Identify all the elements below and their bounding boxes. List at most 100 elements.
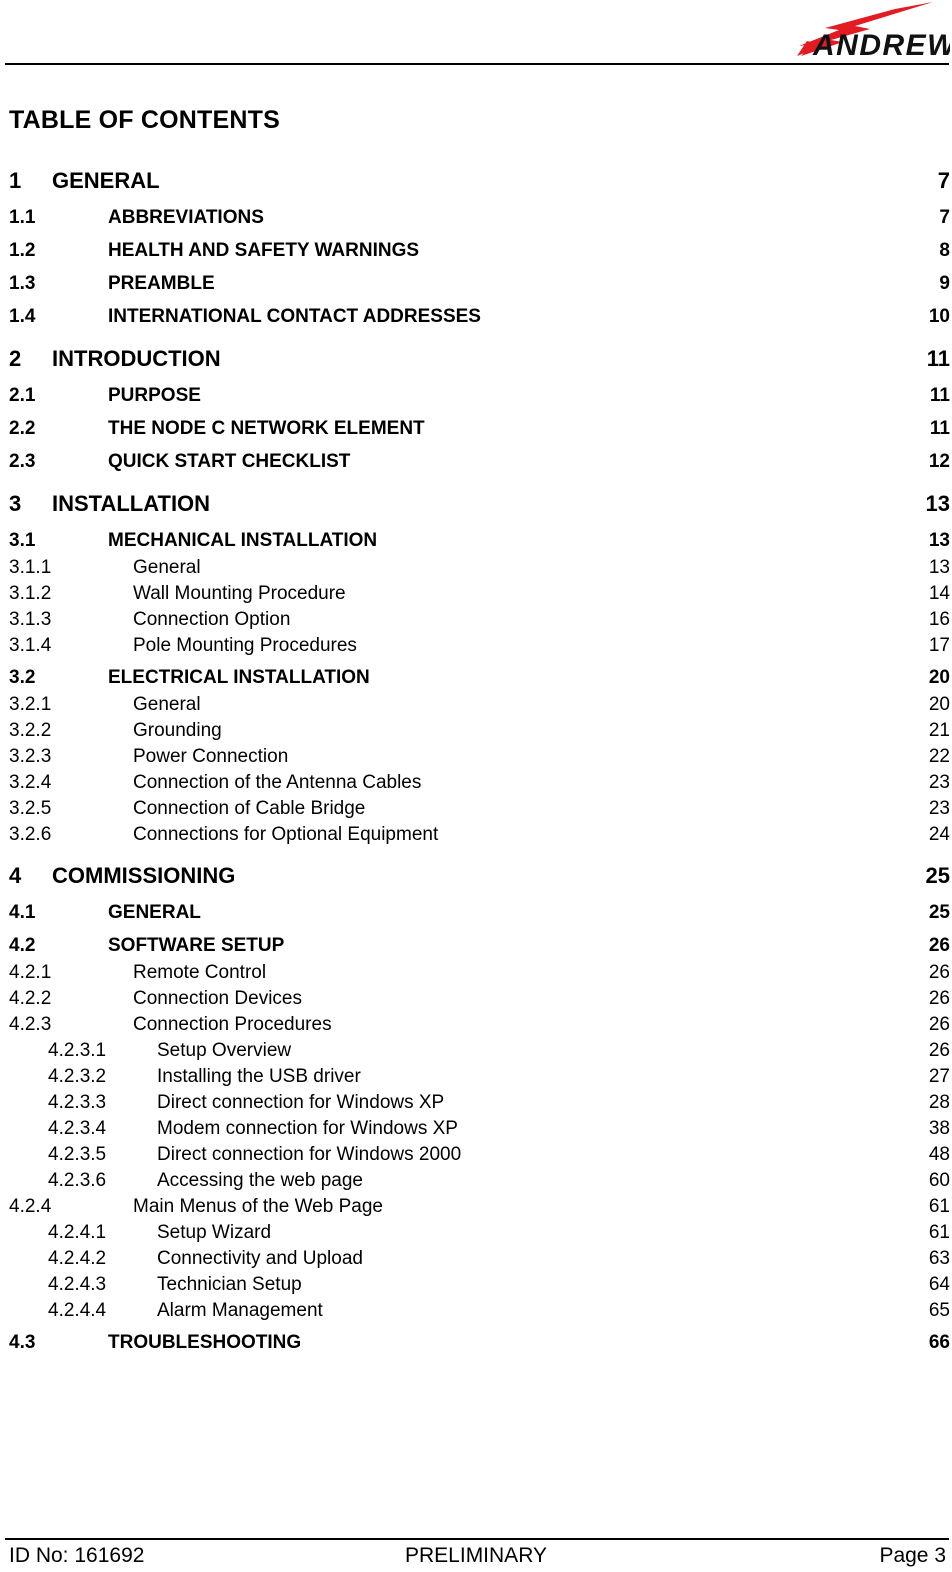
toc-entry-title: Connection of Cable Bridge — [133, 798, 366, 819]
toc-entry-title: General — [133, 557, 201, 578]
toc-entry[interactable]: 2.2 THE NODE C NETWORK ELEMENT 11 — [0, 418, 952, 445]
toc-entry-number: 1.1 — [9, 207, 36, 228]
toc-entry[interactable]: 3.2.2 Grounding 21 — [0, 720, 952, 746]
toc-entry[interactable]: 4.2.3.4 Modem connection for Windows XP 38 — [0, 1118, 952, 1144]
toc-entry-number: 3 — [9, 491, 22, 516]
toc-entry[interactable]: 4.2.3.5 Direct connection for Windows 200… — [0, 1144, 952, 1170]
toc-entry-number: 4.2.1 — [9, 962, 52, 983]
toc-entry-page: 24 — [928, 824, 950, 845]
toc-entry-title: Connections for Optional Equipment — [133, 824, 439, 845]
toc-entry[interactable]: 3.1.4 Pole Mounting Procedures 17 — [0, 635, 952, 661]
toc-entry[interactable]: 1.2 HEALTH AND SAFETY WARNINGS 8 — [0, 240, 952, 267]
toc-entry-title: Alarm Management — [157, 1300, 323, 1321]
toc-entry-number: 3.2.2 — [9, 720, 52, 741]
toc-entry-title: Direct connection for Windows 2000 — [157, 1144, 462, 1165]
toc-entry-number: 4.2.3.4 — [48, 1118, 107, 1139]
toc-entry[interactable]: 3.1.1 General 13 — [0, 557, 952, 583]
toc-entry[interactable]: 4.2.4 Main Menus of the Web Page 61 — [0, 1196, 952, 1222]
toc-entry-title: Modem connection for Windows XP — [157, 1118, 458, 1139]
toc-entry-title: HEALTH AND SAFETY WARNINGS — [108, 240, 420, 261]
toc-entry-page: 26 — [928, 1040, 950, 1061]
toc-entry-number: 4.2.3.5 — [48, 1144, 107, 1165]
toc-entry[interactable]: 1.4 INTERNATIONAL CONTACT ADDRESSES 10 — [0, 306, 952, 333]
toc-entry-page: 28 — [928, 1092, 950, 1113]
toc-entry-number: 3.2 — [9, 667, 36, 688]
toc-entry[interactable]: 3.1 MECHANICAL INSTALLATION 13 — [0, 530, 952, 557]
toc-entry-number: 3.2.3 — [9, 746, 52, 767]
toc-entry-title: GENERAL — [108, 902, 201, 923]
toc-entry[interactable]: 3.2 ELECTRICAL INSTALLATION 20 — [0, 667, 952, 694]
toc-entry-number: 2.1 — [9, 385, 36, 406]
toc-entry-title: PURPOSE — [108, 385, 201, 406]
toc-entry[interactable]: 4.2.4.1 Setup Wizard 61 — [0, 1222, 952, 1248]
toc-entry-page: 25 — [928, 902, 950, 923]
toc-entry-title: Remote Control — [133, 962, 267, 983]
toc-entry[interactable]: 3.2.1 General 20 — [0, 694, 952, 720]
toc-entry-number: 3.2.4 — [9, 772, 52, 793]
toc-entry[interactable]: 3.1.2 Wall Mounting Procedure 14 — [0, 583, 952, 609]
toc-entry-page: 21 — [928, 720, 950, 741]
toc-entry[interactable]: 2.1 PURPOSE 11 — [0, 385, 952, 412]
toc-entry-number: 3.1 — [9, 530, 36, 551]
toc-entry-page: 11 — [929, 418, 950, 439]
toc-entry[interactable]: 4.2.3.1 Setup Overview 26 — [0, 1040, 952, 1066]
toc-entry[interactable]: 1.3 PREAMBLE 9 — [0, 273, 952, 300]
toc-entry-number: 4.2.3.6 — [48, 1170, 107, 1191]
toc-entry[interactable]: 3.2.3 Power Connection 22 — [0, 746, 952, 772]
toc-entry[interactable]: 4.2.3.6 Accessing the web page 60 — [0, 1170, 952, 1196]
footer-status: PRELIMINARY — [405, 1544, 547, 1567]
toc-entry[interactable]: 4.2.4.3 Technician Setup 64 — [0, 1274, 952, 1300]
toc-entry-page: 66 — [928, 1332, 950, 1353]
toc-entry[interactable]: 4.2 SOFTWARE SETUP 26 — [0, 935, 952, 962]
toc-entry-page: 13 — [928, 530, 950, 551]
toc-entry[interactable]: 4.1 GENERAL 25 — [0, 902, 952, 929]
toc-entry-number: 4.2.3.3 — [48, 1092, 107, 1113]
toc-entry-page: 38 — [928, 1118, 950, 1139]
toc-entry[interactable]: 4.2.3.3 Direct connection for Windows XP 2… — [0, 1092, 952, 1118]
toc-entry-number: 2 — [9, 346, 22, 371]
toc-entry[interactable]: 3.2.4 Connection of the Antenna Cables 23 — [0, 772, 952, 798]
toc-entry[interactable]: 2 INTRODUCTION 11 — [0, 346, 952, 376]
footer-divider — [5, 1538, 949, 1540]
toc-entry-title: Setup Overview — [157, 1040, 292, 1061]
toc-entry-page: 64 — [928, 1274, 950, 1295]
header-divider — [5, 63, 949, 65]
toc-entry-number: 4.2.3.1 — [48, 1040, 107, 1061]
toc-entry[interactable]: 3.2.6 Connections for Optional Equipment 2… — [0, 824, 952, 850]
toc-entry[interactable]: 1.1 ABBREVIATIONS 7 — [0, 207, 952, 234]
toc-entry-page: 23 — [928, 798, 950, 819]
toc-entry-title: QUICK START CHECKLIST — [108, 451, 351, 472]
toc-entry-number: 1.3 — [9, 273, 36, 294]
toc-entry-title: Connectivity and Upload — [157, 1248, 363, 1269]
toc-entry-page: 27 — [928, 1066, 950, 1087]
page-header: ANDREW. — [0, 0, 952, 66]
toc-entry[interactable]: 4.2.4.2 Connectivity and Upload 63 — [0, 1248, 952, 1274]
toc-entry-page: 17 — [928, 635, 950, 656]
toc-entry[interactable]: 4 COMMISSIONING 25 — [0, 863, 952, 893]
toc-entry[interactable]: 4.2.3.2 Installing the USB driver 27 — [0, 1066, 952, 1092]
toc-entry[interactable]: 4.2.1 Remote Control 26 — [0, 962, 952, 988]
toc-entry[interactable]: 4.3 TROUBLESHOOTING 66 — [0, 1332, 952, 1359]
toc-entry[interactable]: 4.2.3 Connection Procedures 26 — [0, 1014, 952, 1040]
toc-entry-page: 63 — [928, 1248, 950, 1269]
toc-entry-number: 4.2.4 — [9, 1196, 52, 1217]
toc-entry[interactable]: 2.3 QUICK START CHECKLIST 12 — [0, 451, 952, 478]
toc-entry-title: Direct connection for Windows XP — [157, 1092, 445, 1113]
toc-entry-number: 4 — [9, 863, 22, 888]
toc-entry-title: MECHANICAL INSTALLATION — [108, 530, 378, 551]
toc-entry-page: 9 — [939, 273, 950, 294]
toc-entry-number: 4.2.3.2 — [48, 1066, 107, 1087]
page-title: TABLE OF CONTENTS — [9, 106, 280, 134]
toc-entry[interactable]: 1 GENERAL 7 — [0, 168, 952, 198]
toc-entry-number: 4.2.2 — [9, 988, 52, 1009]
toc-entry[interactable]: 4.2.2 Connection Devices 26 — [0, 988, 952, 1014]
toc-entry-page: 61 — [928, 1222, 950, 1243]
toc-entry-title: Connection of the Antenna Cables — [133, 772, 422, 793]
table-of-contents: 1 GENERAL 7 1.1 ABBREVIATIONS 7 1.2 HEALTH AND … — [0, 168, 952, 1359]
toc-entry[interactable]: 3 INSTALLATION 13 — [0, 491, 952, 521]
toc-entry-page: 14 — [928, 583, 950, 604]
toc-entry[interactable]: 3.2.5 Connection of Cable Bridge 23 — [0, 798, 952, 824]
toc-entry[interactable]: 4.2.4.4 Alarm Management 65 — [0, 1300, 952, 1326]
toc-entry[interactable]: 3.1.3 Connection Option 16 — [0, 609, 952, 635]
toc-entry-page: 16 — [928, 609, 950, 630]
